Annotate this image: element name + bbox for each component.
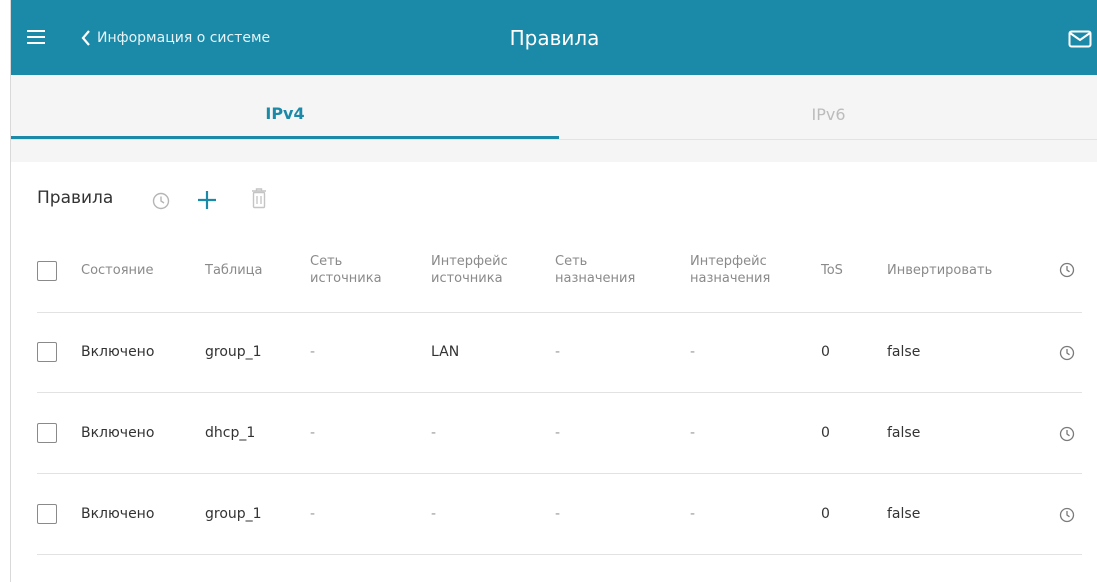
table-row[interactable]: Включено dhcp_1 - - - - 0 false (37, 393, 1082, 474)
clock-icon[interactable] (1059, 507, 1075, 523)
row-checkbox[interactable] (37, 423, 57, 443)
trash-icon[interactable] (251, 187, 267, 209)
cell-invert: false (887, 506, 921, 522)
col-table: Таблица (205, 262, 263, 279)
col-tos: ToS (821, 262, 843, 279)
cell-dst-net: - (555, 506, 561, 522)
col-dst-net-line2: назначения (555, 271, 636, 286)
tab-bar: IPv4 IPv6 (11, 75, 1097, 139)
table-row[interactable]: Включено group_1 - - - - 0 false (37, 474, 1082, 555)
col-src-iface-line2: источника (431, 271, 503, 286)
row-checkbox[interactable] (37, 342, 57, 362)
col-tos-label: ToS (821, 263, 843, 278)
add-icon[interactable] (197, 190, 217, 210)
cell-state: Включено (81, 344, 155, 360)
table-header: Состояние Таблица Сеть источника Интерфе… (37, 240, 1082, 313)
cell-src-net: - (310, 344, 316, 360)
cell-state: Включено (81, 425, 155, 441)
cell-invert: false (887, 425, 921, 441)
app-frame: Информация о системе Правила IPv4 IPv6 П… (10, 0, 1097, 582)
cell-dst-iface: - (690, 506, 696, 522)
select-all-checkbox[interactable] (37, 261, 57, 281)
col-invert-label: Инвертировать (887, 263, 993, 278)
tab-ipv6[interactable]: IPv6 (559, 75, 1097, 139)
cell-state: Включено (81, 506, 155, 522)
clock-icon[interactable] (1059, 426, 1075, 442)
col-src-net-line2: источника (310, 271, 382, 286)
col-invert: Инвертировать (887, 262, 992, 279)
cell-dst-iface: - (690, 425, 696, 441)
col-src-iface: Интерфейс источника (431, 253, 508, 287)
table-row[interactable]: Включено group_1 - LAN - - 0 false (37, 312, 1082, 393)
top-header: Информация о системе Правила (11, 0, 1097, 75)
col-state: Состояние (81, 262, 153, 279)
cell-src-net: - (310, 425, 316, 441)
col-state-label: Состояние (81, 263, 154, 278)
col-src-iface-line1: Интерфейс (431, 254, 508, 269)
col-dst-net-line1: Сеть (555, 254, 588, 269)
col-dst-iface: Интерфейс назначения (690, 253, 770, 287)
col-dst-net: Сеть назначения (555, 253, 635, 287)
tab-ipv4[interactable]: IPv4 (11, 75, 559, 139)
page-title: Правила (509, 26, 600, 50)
clock-icon[interactable] (1059, 345, 1075, 361)
cell-table: group_1 (205, 344, 262, 360)
cell-table: dhcp_1 (205, 425, 256, 441)
col-dst-iface-line2: назначения (690, 271, 771, 286)
cell-src-iface: - (431, 425, 437, 441)
cell-invert: false (887, 344, 921, 360)
cell-tos: 0 (821, 425, 830, 441)
cell-src-iface: LAN (431, 344, 460, 360)
cell-src-iface: - (431, 506, 437, 522)
col-src-net: Сеть источника (310, 253, 382, 287)
col-dst-iface-line1: Интерфейс (690, 254, 767, 269)
col-src-net-line1: Сеть (310, 254, 343, 269)
row-checkbox[interactable] (37, 504, 57, 524)
cell-dst-iface: - (690, 344, 696, 360)
cell-table: group_1 (205, 506, 262, 522)
cell-tos: 0 (821, 344, 830, 360)
cell-src-net: - (310, 506, 316, 522)
cell-dst-net: - (555, 425, 561, 441)
cell-tos: 0 (821, 506, 830, 522)
cell-dst-net: - (555, 344, 561, 360)
clock-icon[interactable] (1059, 262, 1075, 278)
section-title: Правила (37, 188, 114, 208)
col-table-label: Таблица (205, 263, 263, 278)
clock-icon[interactable] (152, 192, 170, 210)
mail-icon[interactable] (1068, 30, 1092, 48)
content-gap (11, 140, 1097, 162)
